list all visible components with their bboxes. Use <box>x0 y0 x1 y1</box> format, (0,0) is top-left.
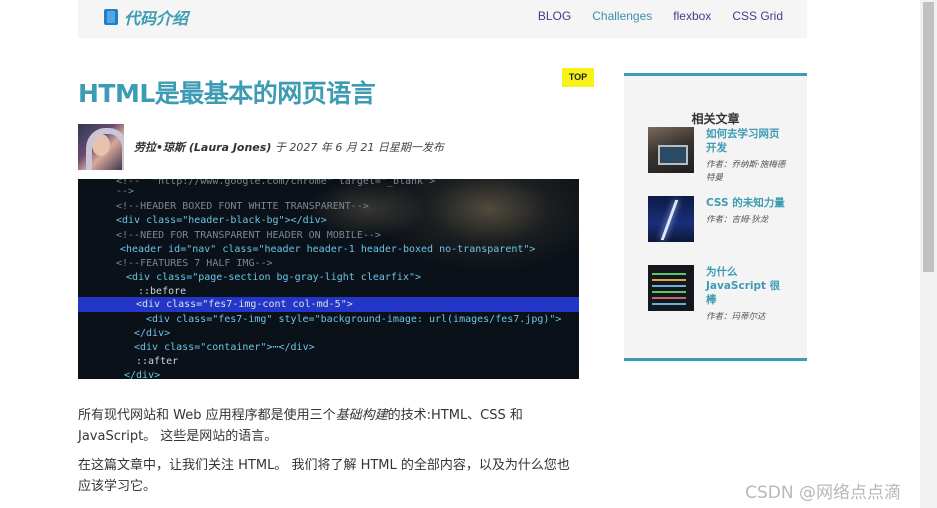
code-line: <!--HEADER BOXED FONT WHITE TRANSPARENT-… <box>116 201 369 212</box>
code-line: <header id="nav" class="header header-1 … <box>120 244 536 255</box>
code-line: <!-- "http://www.google.com/chrome" targ… <box>116 179 436 187</box>
related-sidebar: 相关文章 如何去学习网页开发 作者：乔纳斯·施梅德特曼 CSS 的未知力量 作者… <box>624 73 807 361</box>
watermark: CSDN @网络点点滴 <box>745 483 901 503</box>
code-line: --> <box>116 186 135 197</box>
page: 代码介绍 BLOG Challenges flexbox CSS Grid HT… <box>0 0 920 508</box>
article-hero-image: <!-- "http://www.google.com/chrome" targ… <box>78 179 579 379</box>
scrollbar-thumb[interactable] <box>923 2 934 272</box>
site-logo[interactable]: 代码介绍 <box>104 6 188 28</box>
author-avatar <box>78 124 124 170</box>
code-line: ::before <box>138 286 187 297</box>
code-line: <div class="container">⋯</div> <box>134 342 315 353</box>
nav-challenges[interactable]: Challenges <box>592 9 652 23</box>
article-paragraph-1: 所有现代网站和 Web 应用程序都是使用三个基础构建的技术:HTML、CSS 和… <box>78 408 523 444</box>
author-info: 劳拉•琼斯 (Laura Jones) 于 2027 年 6 月 21 日星期一… <box>78 124 444 170</box>
related-thumbnail[interactable] <box>648 127 694 173</box>
site-header: 代码介绍 BLOG Challenges flexbox CSS Grid <box>78 0 807 38</box>
emphasis: 基础构建 <box>335 408 388 423</box>
code-line: ::after <box>136 356 179 367</box>
nav-blog[interactable]: BLOG <box>538 9 571 23</box>
code-line: </div> <box>134 328 171 339</box>
code-line: <div class="header-black-bg"></div> <box>116 215 327 226</box>
related-author: 作者：乔纳斯·施梅德特曼 <box>706 160 786 183</box>
code-line: <div class="page-section bg-gray-light c… <box>126 272 422 283</box>
author-name: 劳拉•琼斯 (Laura Jones) <box>134 141 272 154</box>
byline: 劳拉•琼斯 (Laura Jones) 于 2027 年 6 月 21 日星期一… <box>134 139 444 155</box>
top-badge: TOP <box>562 68 594 87</box>
code-line: <!--NEED FOR TRANSPARENT HEADER ON MOBIL… <box>116 230 381 241</box>
related-author: 作者：吉姆·狄龙 <box>706 215 769 225</box>
code-line: <!--FEATURES 7 HALF IMG--> <box>116 258 273 269</box>
article-title: HTML是最基本的网页语言 <box>78 79 376 108</box>
vertical-scrollbar[interactable] <box>920 0 937 508</box>
related-thumbnail[interactable] <box>648 196 694 242</box>
nav-flexbox[interactable]: flexbox <box>673 9 711 23</box>
related-title[interactable]: CSS 的未知力量 <box>706 196 786 210</box>
article-paragraph-2: 在这篇文章中，让我们关注 HTML。 我们将了解 HTML 的全部内容，以及为什… <box>78 458 570 494</box>
book-icon <box>104 9 118 25</box>
related-thumbnail[interactable] <box>648 265 694 311</box>
related-item[interactable]: CSS 的未知力量 作者：吉姆·狄龙 <box>648 196 786 242</box>
logo-text: 代码介绍 <box>124 9 189 28</box>
related-item[interactable]: 如何去学习网页开发 作者：乔纳斯·施梅德特曼 <box>648 127 786 185</box>
sidebar-title: 相关文章 <box>691 112 740 126</box>
related-title[interactable]: 如何去学习网页开发 <box>706 127 786 155</box>
main-nav: BLOG Challenges flexbox CSS Grid <box>538 9 783 23</box>
related-author: 作者：玛蒂尔达 <box>706 312 766 322</box>
nav-css-grid[interactable]: CSS Grid <box>732 9 783 23</box>
related-item[interactable]: 为什么 JavaScript 很棒 作者：玛蒂尔达 <box>648 265 786 324</box>
code-line: </div> <box>124 370 161 379</box>
related-title[interactable]: 为什么 JavaScript 很棒 <box>706 265 786 307</box>
code-line: <div class="fes7-img-cont col-md-5"> <box>136 299 353 310</box>
code-line: <div class="fes7-img" style="background-… <box>146 314 562 325</box>
publish-date: 于 2027 年 6 月 21 日星期一发布 <box>274 141 444 154</box>
